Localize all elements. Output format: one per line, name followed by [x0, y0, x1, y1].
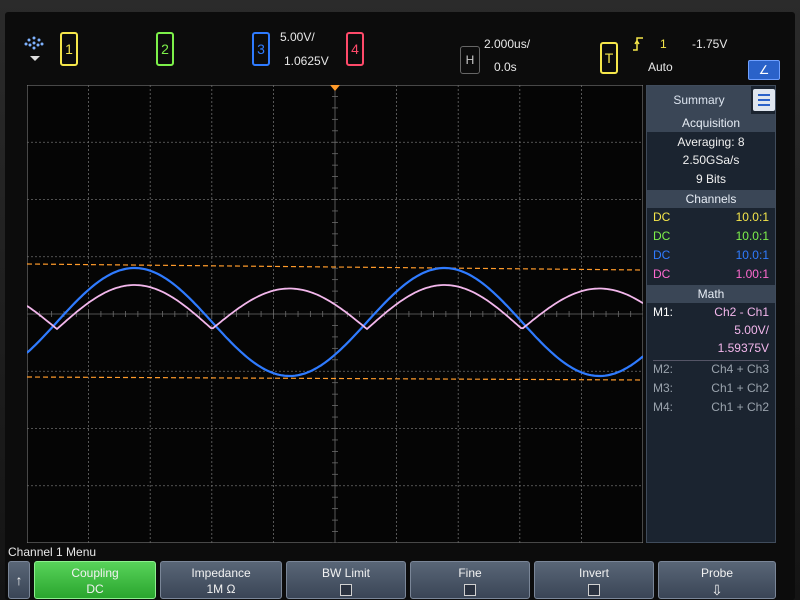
m1-scale: 5.00V/: [734, 323, 769, 337]
math-m2-row[interactable]: M2: Ch4 + Ch3: [647, 362, 775, 380]
horizontal-delay: 0.0s: [494, 60, 517, 74]
math-m3-row[interactable]: M3: Ch1 + Ch2: [647, 381, 775, 399]
bw-limit-softkey[interactable]: BW Limit: [286, 561, 406, 599]
channel-row-2: DC 10.0:1: [653, 229, 769, 243]
bit-depth: 9 Bits: [695, 172, 726, 186]
math-m4-row[interactable]: M4: Ch1 + Ch2: [647, 400, 775, 418]
impedance-softkey[interactable]: Impedance 1M Ω: [160, 561, 282, 599]
rising-edge-icon: [633, 37, 643, 51]
menu-up-button[interactable]: ↑: [8, 561, 30, 599]
math-m1-offset-row: 1.59375V: [647, 341, 775, 359]
math-m1-scale-row: 5.00V/: [647, 323, 775, 341]
trigger-source: 1: [660, 37, 667, 51]
acquisition-heading: Acquisition: [647, 114, 775, 132]
probe-arrow-icon: ⇩: [711, 582, 723, 598]
m1-function: Ch2 - Ch1: [714, 305, 769, 319]
channel-4-button[interactable]: 4: [346, 32, 364, 66]
summary-tab[interactable]: Summary: [647, 86, 751, 114]
channel-row-4: DC 1.00:1: [653, 267, 769, 281]
trigger-level: -1.75V: [692, 37, 728, 51]
ch3-scale: 5.00V/: [280, 30, 315, 44]
trigger-button[interactable]: T: [600, 42, 618, 74]
summary-panel: Summary Acquisition Averaging: 8 2.50GSa…: [646, 85, 776, 543]
coupling-softkey[interactable]: Coupling DC: [34, 561, 156, 599]
fine-checkbox[interactable]: [464, 584, 476, 596]
waveform-display[interactable]: [27, 85, 643, 543]
m1-offset: 1.59375V: [717, 341, 769, 355]
channel-2-button[interactable]: 2: [156, 32, 174, 66]
channel-3-button[interactable]: 3: [252, 32, 270, 66]
math-divider: [653, 360, 769, 361]
invert-softkey[interactable]: Invert: [534, 561, 654, 599]
math-heading: Math: [647, 285, 775, 303]
menu-dropdown-icon[interactable]: [30, 56, 40, 61]
menu-title: Channel 1 Menu: [8, 545, 97, 559]
fine-softkey[interactable]: Fine: [410, 561, 530, 599]
channel-1-button[interactable]: 1: [60, 32, 78, 66]
horizontal-button[interactable]: H: [460, 46, 480, 74]
averaging-value: Averaging: 8: [677, 135, 745, 149]
channels-heading: Channels: [647, 190, 775, 208]
ch3-offset: 1.0625V: [284, 54, 329, 68]
panel-menu-icon[interactable]: [753, 89, 775, 111]
trigger-mode-button[interactable]: ∠: [748, 60, 780, 80]
sample-rate: 2.50GSa/s: [682, 153, 740, 167]
channel-row-3: DC 10.0:1: [653, 248, 769, 262]
channel-row-1: DC 10.0:1: [653, 210, 769, 224]
math-m1-row[interactable]: M1: Ch2 - Ch1: [647, 305, 775, 323]
top-status-bar: 1 2 3 5.00V/ 1.0625V 4 H 2.000us/ 0.0s T…: [8, 18, 788, 82]
m1-label: M1:: [653, 305, 674, 319]
trigger-mode: Auto: [648, 60, 673, 74]
bw-limit-checkbox[interactable]: [340, 584, 352, 596]
keysight-logo-icon: [24, 36, 44, 50]
softkey-bar: ↑ Coupling DC Impedance 1M Ω BW Limit Fi…: [8, 561, 778, 599]
invert-checkbox[interactable]: [588, 584, 600, 596]
timebase-value: 2.000us/: [484, 37, 531, 51]
probe-softkey[interactable]: Probe ⇩: [658, 561, 776, 599]
